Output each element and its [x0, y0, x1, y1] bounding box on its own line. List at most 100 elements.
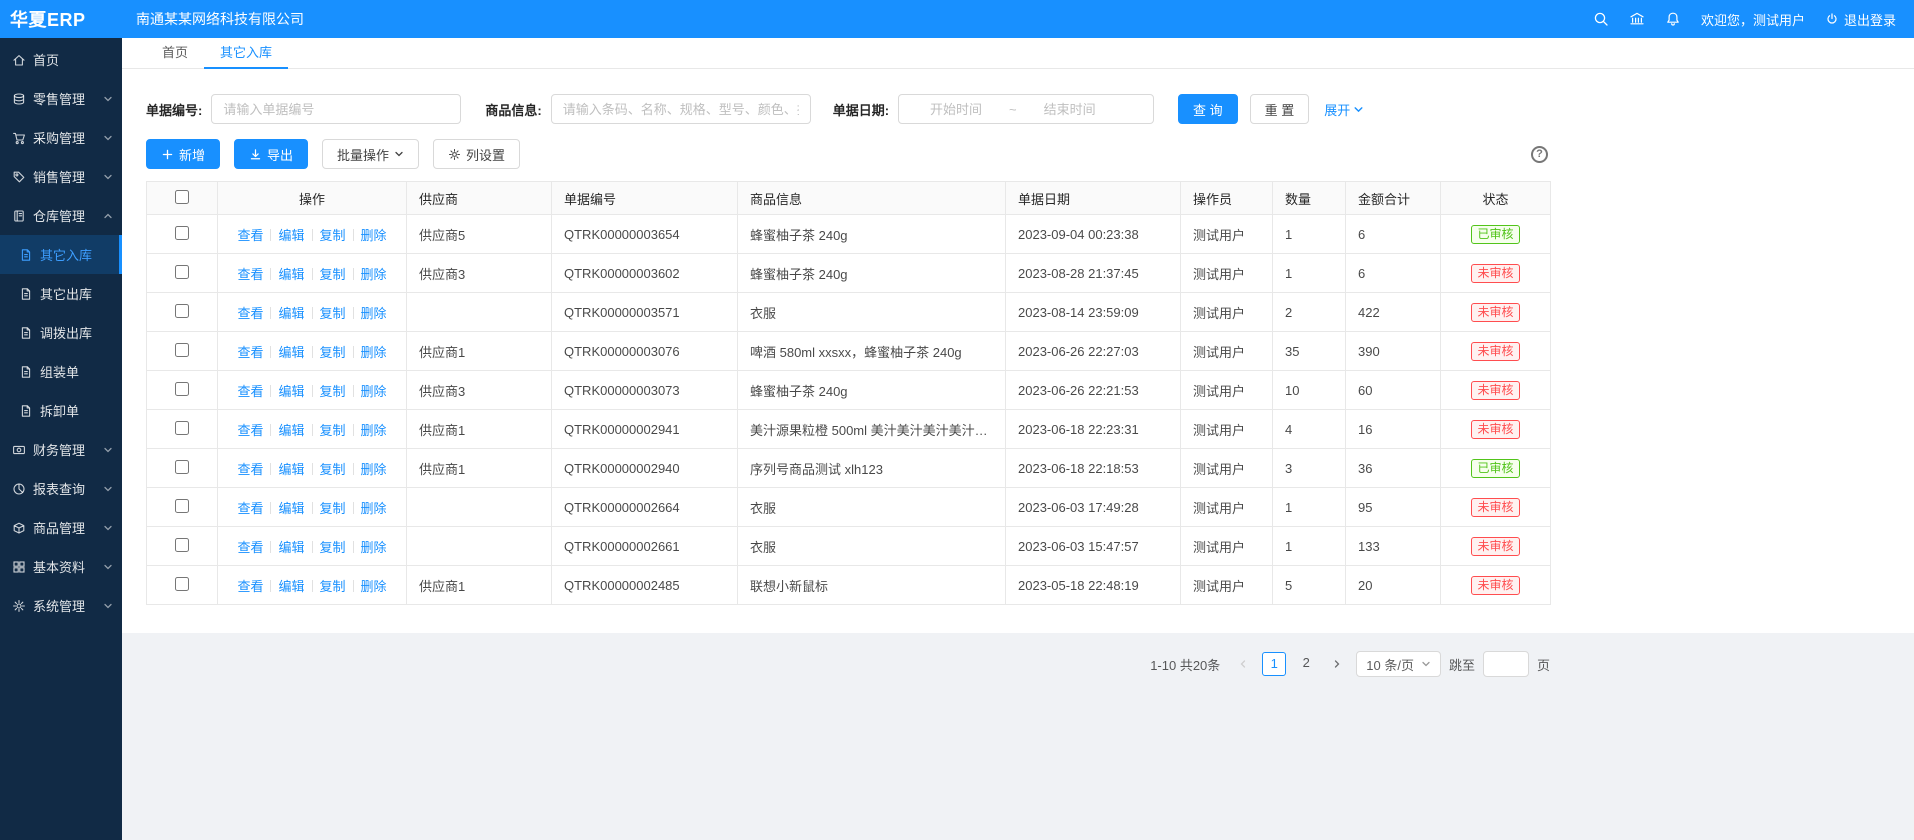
add-button[interactable]: 新增	[146, 139, 220, 169]
delete-link[interactable]: 删除	[361, 462, 387, 477]
help-icon[interactable]: ?	[1531, 146, 1548, 163]
view-link[interactable]: 查看	[237, 462, 263, 477]
logout-button[interactable]: 退出登录	[1825, 10, 1896, 29]
page-size-select[interactable]: 10 条/页	[1356, 651, 1441, 677]
edit-link[interactable]: 编辑	[278, 306, 304, 321]
view-link[interactable]: 查看	[237, 384, 263, 399]
row-checkbox[interactable]	[175, 226, 189, 240]
copy-link[interactable]: 复制	[320, 540, 346, 555]
copy-link[interactable]: 复制	[320, 423, 346, 438]
delete-link[interactable]: 删除	[361, 540, 387, 555]
sidebar-item-other-outbound[interactable]: 其它出库	[0, 274, 122, 313]
bill-no-input[interactable]	[211, 94, 461, 124]
copy-link[interactable]: 复制	[320, 462, 346, 477]
edit-link[interactable]: 编辑	[278, 462, 304, 477]
sidebar-item-goods[interactable]: 商品管理	[0, 508, 122, 547]
tab-other-inbound[interactable]: 其它入库	[204, 38, 288, 69]
chevron-down-icon	[103, 94, 113, 104]
row-checkbox[interactable]	[175, 538, 189, 552]
column-settings-button[interactable]: 列设置	[433, 139, 520, 169]
delete-link[interactable]: 删除	[361, 423, 387, 438]
view-link[interactable]: 查看	[237, 540, 263, 555]
row-checkbox[interactable]	[175, 577, 189, 591]
page-button-1[interactable]: 1	[1262, 652, 1286, 676]
copy-link[interactable]: 复制	[320, 306, 346, 321]
sidebar-item-purchase[interactable]: 采购管理	[0, 118, 122, 157]
goods-cell: 衣服	[738, 488, 1006, 527]
edit-link[interactable]: 编辑	[278, 384, 304, 399]
goods-cell: 啤酒 580ml xxsxx，蜂蜜柚子茶 240g	[738, 332, 1006, 371]
batch-actions-button[interactable]: 批量操作	[322, 139, 419, 169]
view-link[interactable]: 查看	[237, 579, 263, 594]
edit-link[interactable]: 编辑	[278, 579, 304, 594]
search-button[interactable]: 查 询	[1178, 94, 1238, 124]
row-checkbox[interactable]	[175, 421, 189, 435]
delete-link[interactable]: 删除	[361, 384, 387, 399]
end-date-input[interactable]	[1019, 102, 1121, 117]
sidebar-item-finance[interactable]: 财务管理	[0, 430, 122, 469]
sidebar-item-report[interactable]: 报表查询	[0, 469, 122, 508]
sidebar-item-retail[interactable]: 零售管理	[0, 79, 122, 118]
sidebar-item-basic-data[interactable]: 基本资料	[0, 547, 122, 586]
view-link[interactable]: 查看	[237, 267, 263, 282]
expand-link[interactable]: 展开	[1324, 100, 1364, 119]
sidebar-item-transfer-outbound[interactable]: 调拨出库	[0, 313, 122, 352]
view-link[interactable]: 查看	[237, 345, 263, 360]
delete-link[interactable]: 删除	[361, 306, 387, 321]
edit-link[interactable]: 编辑	[278, 423, 304, 438]
sidebar-item-system[interactable]: 系统管理	[0, 586, 122, 625]
copy-link[interactable]: 复制	[320, 384, 346, 399]
date-range-picker[interactable]: ~	[898, 94, 1154, 124]
row-checkbox[interactable]	[175, 460, 189, 474]
delete-link[interactable]: 删除	[361, 345, 387, 360]
sidebar-item-home[interactable]: 首页	[0, 40, 122, 79]
copy-link[interactable]: 复制	[320, 228, 346, 243]
copy-link[interactable]: 复制	[320, 579, 346, 594]
delete-link[interactable]: 删除	[361, 267, 387, 282]
edit-link[interactable]: 编辑	[278, 228, 304, 243]
sidebar-item-sales[interactable]: 销售管理	[0, 157, 122, 196]
sidebar-item-other-inbound[interactable]: 其它入库	[0, 235, 122, 274]
goods-info-input[interactable]	[551, 94, 811, 124]
start-date-input[interactable]	[905, 102, 1007, 117]
supplier-cell: 供应商1	[407, 449, 552, 488]
notification-icon[interactable]	[1665, 11, 1681, 27]
sidebar-item-disassembly[interactable]: 拆卸单	[0, 391, 122, 430]
row-checkbox[interactable]	[175, 304, 189, 318]
edit-link[interactable]: 编辑	[278, 267, 304, 282]
row-checkbox[interactable]	[175, 265, 189, 279]
edit-link[interactable]: 编辑	[278, 501, 304, 516]
actions-cell: 查看编辑 复制删除	[218, 566, 407, 605]
next-page-button[interactable]	[1326, 652, 1348, 676]
edit-link[interactable]: 编辑	[278, 345, 304, 360]
sidebar-item-warehouse[interactable]: 仓库管理	[0, 196, 122, 235]
divider	[353, 307, 354, 319]
page-button-2[interactable]: 2	[1294, 652, 1318, 676]
amount-cell: 36	[1346, 449, 1441, 488]
row-checkbox[interactable]	[175, 382, 189, 396]
prev-page-button[interactable]	[1232, 652, 1254, 676]
supplier-cell: 供应商3	[407, 254, 552, 293]
tab-home[interactable]: 首页	[146, 38, 204, 69]
view-link[interactable]: 查看	[237, 228, 263, 243]
export-button[interactable]: 导出	[234, 139, 308, 169]
copy-link[interactable]: 复制	[320, 501, 346, 516]
delete-link[interactable]: 删除	[361, 579, 387, 594]
view-link[interactable]: 查看	[237, 501, 263, 516]
chevron-down-icon	[103, 562, 113, 572]
copy-link[interactable]: 复制	[320, 345, 346, 360]
row-checkbox[interactable]	[175, 499, 189, 513]
row-checkbox[interactable]	[175, 343, 189, 357]
select-all-checkbox[interactable]	[175, 190, 189, 204]
sidebar-item-assembly[interactable]: 组装单	[0, 352, 122, 391]
platform-icon[interactable]	[1629, 11, 1645, 27]
view-link[interactable]: 查看	[237, 423, 263, 438]
copy-link[interactable]: 复制	[320, 267, 346, 282]
delete-link[interactable]: 删除	[361, 228, 387, 243]
edit-link[interactable]: 编辑	[278, 540, 304, 555]
search-icon[interactable]	[1593, 11, 1609, 27]
view-link[interactable]: 查看	[237, 306, 263, 321]
delete-link[interactable]: 删除	[361, 501, 387, 516]
jump-page-input[interactable]	[1483, 651, 1529, 677]
reset-button[interactable]: 重 置	[1250, 94, 1310, 124]
